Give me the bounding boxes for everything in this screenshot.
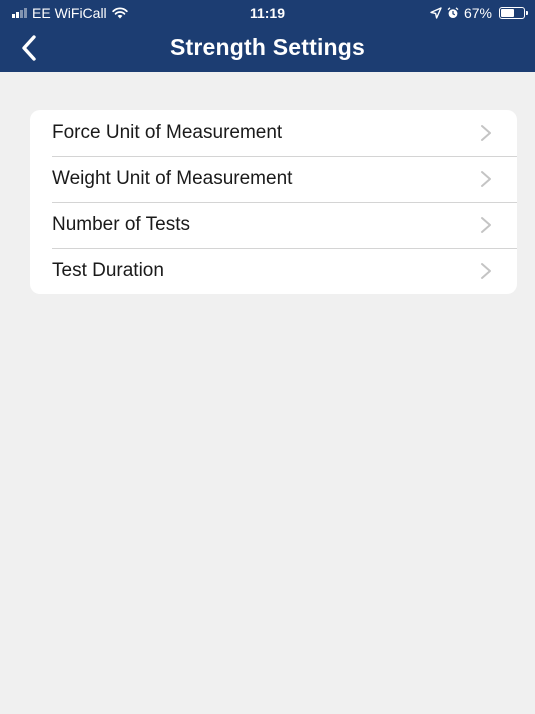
page-title: Strength Settings (169, 34, 366, 60)
chevron-right-icon (481, 217, 491, 233)
chevron-right-icon (481, 171, 491, 187)
settings-row-number-of-tests[interactable]: Number of Tests (30, 202, 517, 248)
settings-row-label: Test Duration (52, 260, 164, 281)
battery-percent: 67% (463, 5, 492, 21)
app-header: EE WiFiCall 11:19 67% Strength Settings (0, 0, 535, 72)
settings-list: Force Unit of Measurement Weight Unit of… (30, 110, 517, 294)
battery-icon (499, 7, 528, 19)
status-bar: EE WiFiCall 11:19 67% (0, 0, 535, 26)
settings-row-label: Force Unit of Measurement (52, 122, 283, 143)
battery-fill (501, 9, 515, 17)
chevron-right-icon (481, 125, 491, 141)
alarm-clock-icon (447, 7, 459, 18)
location-arrow-icon (430, 7, 442, 19)
navigation-bar: Strength Settings (0, 26, 535, 72)
settings-row-test-duration[interactable]: Test Duration (30, 248, 517, 294)
settings-row-label: Number of Tests (52, 214, 190, 235)
status-right: 67% (430, 5, 528, 21)
settings-row-weight-unit[interactable]: Weight Unit of Measurement (30, 156, 517, 202)
settings-row-force-unit[interactable]: Force Unit of Measurement (30, 110, 517, 156)
settings-row-label: Weight Unit of Measurement (52, 168, 293, 189)
chevron-right-icon (481, 263, 491, 279)
